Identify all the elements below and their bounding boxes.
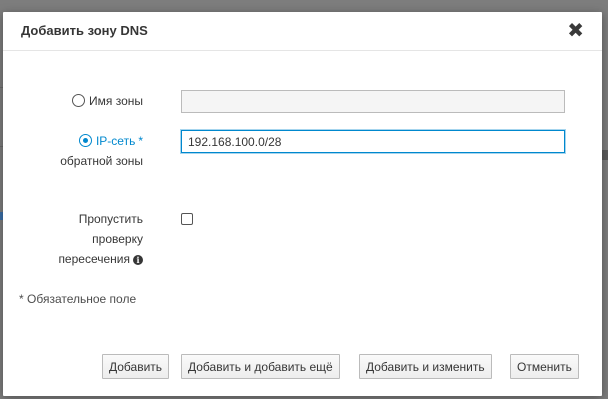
zone-name-input[interactable]: [181, 90, 565, 113]
skip-overlap-label-line3: пересечения: [58, 252, 130, 266]
dialog-title: Добавить зону DNS: [21, 23, 148, 38]
skip-overlap-label-line2: проверку: [92, 232, 143, 246]
reverse-zone-label-line2: обратной зоны: [60, 154, 143, 168]
background-text: [602, 150, 608, 160]
required-marker: *: [138, 134, 143, 148]
reverse-zone-radio[interactable]: [78, 134, 92, 147]
reverse-zone-label: IP-сеть: [95, 134, 136, 148]
zone-name-radio[interactable]: [72, 94, 85, 107]
dialog-header: Добавить зону DNS ✖: [3, 12, 602, 51]
skip-overlap-label-line1: Пропустить: [78, 212, 143, 226]
add-and-edit-button[interactable]: Добавить и изменить: [359, 354, 492, 379]
required-field-note: * Обязательное поле: [19, 292, 137, 306]
add-and-add-another-button[interactable]: Добавить и добавить ещё: [181, 354, 340, 379]
cancel-button[interactable]: Отменить: [510, 354, 579, 379]
reverse-zone-ip-input[interactable]: [181, 130, 565, 153]
add-dns-zone-dialog: Добавить зону DNS ✖ Имя зоны IP-сеть * об…: [3, 12, 602, 396]
add-button[interactable]: Добавить: [102, 354, 170, 379]
zone-name-label: Имя зоны: [89, 94, 143, 108]
zone-name-radio-option[interactable]: Имя зоны: [72, 91, 143, 111]
info-icon[interactable]: i: [133, 255, 143, 265]
reverse-zone-radio-option[interactable]: IP-сеть * обратной зоны: [60, 131, 143, 171]
skip-overlap-checkbox[interactable]: [181, 213, 193, 225]
close-icon[interactable]: ✖: [567, 21, 584, 41]
skip-overlap-label: Пропустить проверку пересечения i: [58, 209, 143, 269]
